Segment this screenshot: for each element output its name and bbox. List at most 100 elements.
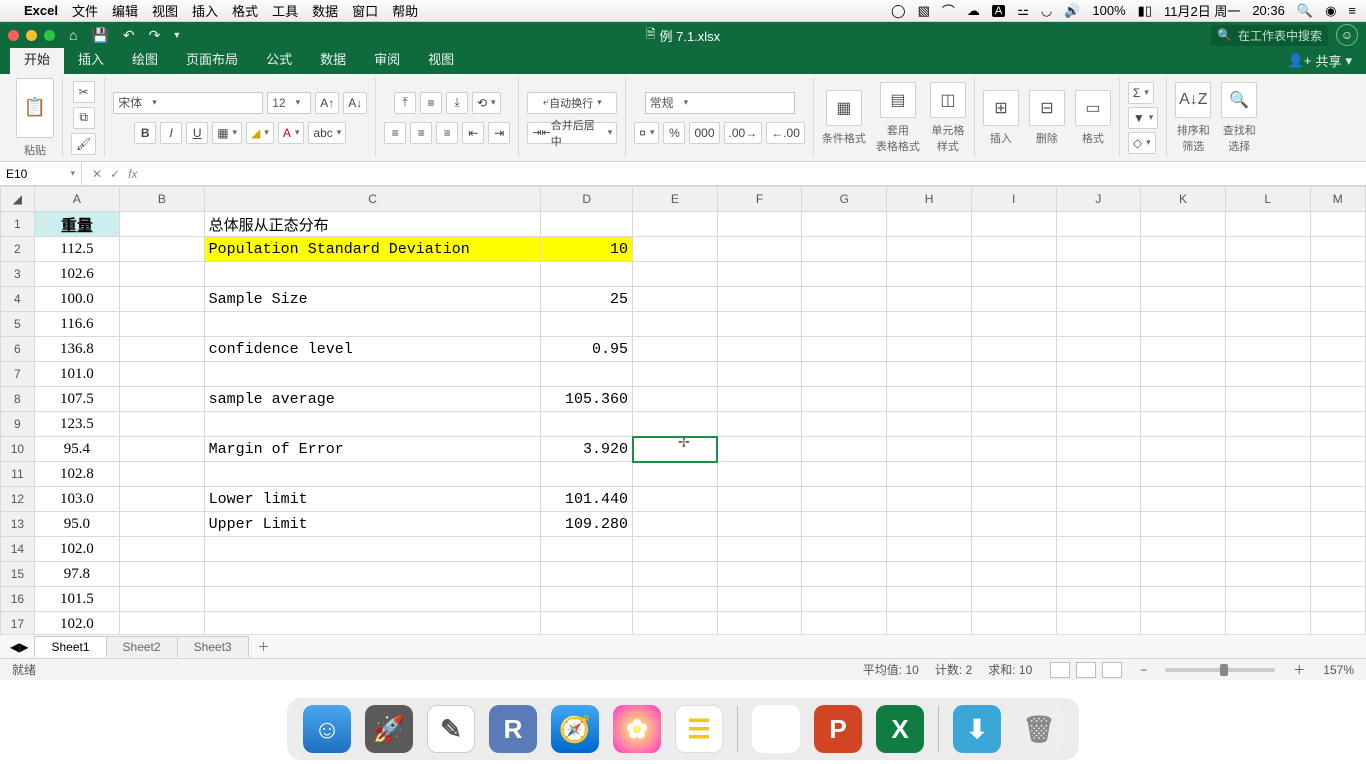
notes-icon[interactable]: ☰	[675, 705, 723, 753]
menu-edit[interactable]: 编辑	[112, 1, 138, 20]
cell[interactable]	[633, 312, 718, 337]
cell[interactable]	[1056, 262, 1141, 287]
cell[interactable]	[802, 312, 887, 337]
row-header[interactable]: 14	[1, 537, 35, 562]
row-header[interactable]: 2	[1, 237, 35, 262]
align-right-icon[interactable]: ≡	[436, 122, 458, 144]
cell[interactable]	[1056, 537, 1141, 562]
cell[interactable]	[1310, 237, 1365, 262]
cell[interactable]	[971, 362, 1056, 387]
cell[interactable]: 136.8	[34, 337, 119, 362]
menu-format[interactable]: 格式	[232, 1, 258, 20]
cell[interactable]	[1141, 512, 1226, 537]
col-header[interactable]: M	[1310, 187, 1365, 212]
cell[interactable]	[1225, 612, 1310, 635]
cell[interactable]	[1141, 412, 1226, 437]
row-header[interactable]: 5	[1, 312, 35, 337]
cell[interactable]	[1141, 362, 1226, 387]
format-painter-icon[interactable]: 🖌	[71, 133, 96, 155]
cell[interactable]	[802, 512, 887, 537]
menu-tools[interactable]: 工具	[272, 1, 298, 20]
cell[interactable]	[971, 312, 1056, 337]
cell[interactable]: 重量	[34, 212, 119, 237]
cell[interactable]	[1141, 262, 1226, 287]
align-center-icon[interactable]: ≡	[410, 122, 432, 144]
cell[interactable]	[1310, 512, 1365, 537]
cell[interactable]	[1310, 287, 1365, 312]
cell[interactable]	[717, 362, 802, 387]
textedit-icon[interactable]: ✎	[427, 705, 475, 753]
cell[interactable]: 103.0	[34, 487, 119, 512]
cell[interactable]	[1056, 612, 1141, 635]
cell[interactable]	[802, 537, 887, 562]
cell[interactable]	[802, 462, 887, 487]
cell[interactable]	[887, 387, 972, 412]
zoom-level[interactable]: 157%	[1323, 663, 1354, 677]
cell[interactable]	[204, 612, 541, 635]
cell[interactable]	[887, 362, 972, 387]
cell[interactable]	[633, 512, 718, 537]
qa-toolbar-dropdown-icon[interactable]: ▾	[174, 30, 179, 41]
cell[interactable]	[119, 512, 204, 537]
cell[interactable]	[1141, 287, 1226, 312]
cell[interactable]	[887, 462, 972, 487]
cell[interactable]	[1056, 587, 1141, 612]
cell[interactable]: 25	[541, 287, 633, 312]
cell[interactable]	[541, 362, 633, 387]
decrease-font-icon[interactable]: A↓	[343, 92, 367, 114]
workbook-search[interactable]: 🔍 在工作表中搜索	[1211, 25, 1328, 46]
find-select-icon[interactable]: 🔍	[1221, 82, 1257, 118]
merge-center-button[interactable]: ⇥⇤ 合并后居中	[527, 122, 617, 144]
cell[interactable]	[1141, 437, 1226, 462]
cell[interactable]	[1056, 437, 1141, 462]
cell[interactable]	[541, 562, 633, 587]
row-header[interactable]: 17	[1, 612, 35, 635]
cell[interactable]	[1310, 312, 1365, 337]
cell[interactable]	[541, 212, 633, 237]
underline-button[interactable]: U	[186, 122, 208, 144]
trash-icon[interactable]: 🗑	[1015, 705, 1063, 753]
cell[interactable]	[971, 487, 1056, 512]
home-icon[interactable]: ⌂	[69, 27, 77, 43]
tab-insert[interactable]: 插入	[64, 45, 118, 74]
cell[interactable]	[802, 587, 887, 612]
add-sheet-button[interactable]: ＋	[248, 635, 280, 658]
cell[interactable]	[1141, 312, 1226, 337]
cell[interactable]	[204, 562, 541, 587]
siri-icon[interactable]: ◉	[1325, 3, 1336, 19]
cell[interactable]	[802, 487, 887, 512]
cell[interactable]	[119, 487, 204, 512]
cell[interactable]	[802, 237, 887, 262]
cell[interactable]	[119, 612, 204, 635]
cell[interactable]: Upper Limit	[204, 512, 541, 537]
cell[interactable]	[887, 487, 972, 512]
menu-file[interactable]: 文件	[72, 1, 98, 20]
cell[interactable]	[1056, 237, 1141, 262]
row-header[interactable]: 7	[1, 362, 35, 387]
cell[interactable]	[1225, 437, 1310, 462]
photos-icon[interactable]: ✿	[613, 705, 661, 753]
cell[interactable]: Sample Size	[204, 287, 541, 312]
cell[interactable]	[204, 412, 541, 437]
cell[interactable]	[633, 387, 718, 412]
cell[interactable]	[633, 612, 718, 635]
cell[interactable]	[971, 337, 1056, 362]
col-header[interactable]: I	[971, 187, 1056, 212]
row-header[interactable]: 10	[1, 437, 35, 462]
cell[interactable]	[1225, 537, 1310, 562]
cell[interactable]	[1225, 562, 1310, 587]
rstudio-icon[interactable]: R	[489, 705, 537, 753]
cell[interactable]	[802, 362, 887, 387]
cell[interactable]	[1225, 412, 1310, 437]
cell[interactable]: 101.0	[34, 362, 119, 387]
cell[interactable]	[633, 212, 718, 237]
cell[interactable]: 95.4	[34, 437, 119, 462]
row-header[interactable]: 12	[1, 487, 35, 512]
cell[interactable]	[1225, 212, 1310, 237]
cell[interactable]	[717, 412, 802, 437]
cell[interactable]	[717, 512, 802, 537]
cell[interactable]	[204, 262, 541, 287]
cell[interactable]	[633, 562, 718, 587]
conditional-format-icon[interactable]: ▦	[826, 90, 862, 126]
cell[interactable]	[119, 462, 204, 487]
